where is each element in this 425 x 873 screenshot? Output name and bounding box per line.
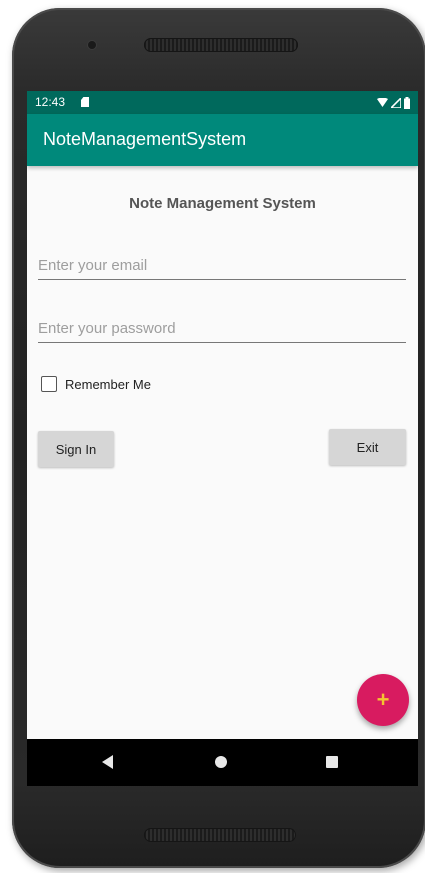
signal-icon: [391, 97, 401, 108]
battery-icon: [404, 96, 410, 109]
front-camera-icon: [88, 41, 96, 49]
plus-icon: +: [376, 687, 390, 712]
remember-me-checkbox[interactable]: [41, 376, 57, 392]
status-bar: 12:43: [27, 91, 418, 114]
page-heading: Note Management System: [129, 195, 316, 212]
app-bar: NoteManagementSystem: [27, 114, 418, 166]
navigation-bar: [27, 739, 418, 786]
sign-in-button[interactable]: Sign In: [38, 431, 114, 467]
add-note-fab[interactable]: +: [357, 674, 409, 726]
sign-in-label: Sign In: [55, 441, 97, 457]
status-time: 12:43: [35, 95, 66, 109]
remember-me-label: Remember Me: [65, 376, 151, 392]
exit-label: Exit: [356, 439, 379, 455]
top-speaker-grille: [144, 38, 298, 52]
exit-button[interactable]: Exit: [329, 429, 406, 465]
remember-me-row[interactable]: Remember Me: [41, 376, 151, 392]
email-field[interactable]: [38, 251, 406, 280]
sd-card-icon: [81, 97, 89, 107]
wifi-icon: [377, 97, 388, 107]
status-icons: [377, 96, 410, 109]
back-icon[interactable]: [102, 755, 113, 769]
recents-icon[interactable]: [326, 756, 338, 768]
bottom-speaker-grille: [144, 828, 296, 842]
home-icon[interactable]: [215, 756, 227, 768]
app-screen: 12:43 NoteManagementSystem Note Manageme…: [27, 91, 418, 786]
app-title: NoteManagementSystem: [43, 129, 247, 149]
password-field[interactable]: [38, 314, 406, 343]
